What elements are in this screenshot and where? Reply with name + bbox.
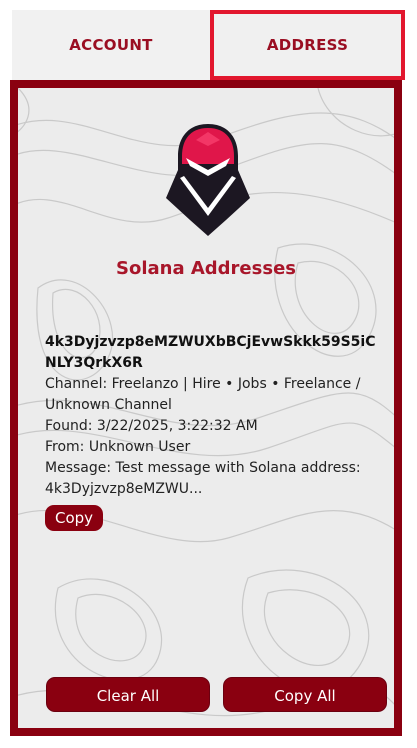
entry-from: From: Unknown User [45,439,191,455]
copy-button[interactable]: Copy [45,505,104,531]
entry-found: Found: 3/22/2025, 3:22:32 AM [45,418,258,434]
tab-account[interactable]: ACCOUNT [12,10,210,80]
extension-popup: ACCOUNT ADDRESS Solana Addresses 4k3Dyjz… [0,0,417,748]
entry-message: Message: Test message with Solana addres… [45,460,361,497]
solana-address: 4k3Dyjzvzp8eMZWUXbBCjEvwSkkk59S5iCNLY3Qr… [45,334,376,371]
address-entry: 4k3Dyjzvzp8eMZWUXbBCjEvwSkkk59S5iCNLY3Qr… [45,332,385,500]
ninja-mascot-icon [166,124,250,236]
clear-all-button[interactable]: Clear All [46,677,210,712]
page-title: Solana Addresses [115,258,296,279]
address-panel: Solana Addresses 4k3Dyjzvzp8eMZWUXbBCjEv… [10,80,402,736]
copy-all-button[interactable]: Copy All [223,677,387,712]
tab-address[interactable]: ADDRESS [210,10,405,80]
tab-bar: ACCOUNT ADDRESS [12,10,405,80]
panel-content: Solana Addresses 4k3Dyjzvzp8eMZWUXbBCjEv… [18,88,394,728]
entry-channel: Channel: Freelanzo | Hire • Jobs • Freel… [45,376,361,413]
